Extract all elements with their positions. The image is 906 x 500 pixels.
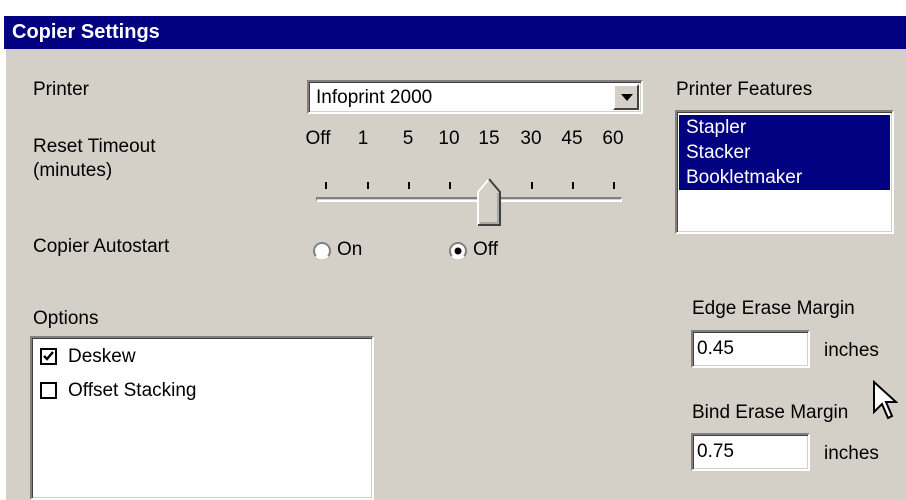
window-title: Copier Settings bbox=[4, 16, 906, 49]
edge-erase-label: Edge Erase Margin bbox=[692, 298, 855, 319]
slider-tick-label: 30 bbox=[520, 128, 542, 149]
autostart-off-radio[interactable] bbox=[449, 242, 467, 260]
options-label: Options bbox=[33, 308, 99, 329]
slider-tick-label: 60 bbox=[602, 128, 624, 149]
printer-features-label: Printer Features bbox=[676, 79, 813, 100]
printer-select[interactable]: Infoprint 2000 bbox=[307, 80, 643, 114]
bind-erase-label: Bind Erase Margin bbox=[692, 402, 849, 423]
slider-tick-label: 5 bbox=[402, 128, 414, 149]
autostart-off-label[interactable]: Off bbox=[473, 239, 498, 261]
autostart-on-radio[interactable] bbox=[313, 242, 331, 260]
offset-stacking-label: Offset Stacking bbox=[68, 380, 197, 401]
deskew-label: Deskew bbox=[68, 346, 136, 367]
slider-tick bbox=[449, 182, 451, 189]
autostart-label: Copier Autostart bbox=[33, 236, 170, 257]
slider-tick bbox=[613, 182, 615, 189]
slider-tick bbox=[572, 182, 574, 189]
bind-erase-unit: inches bbox=[824, 443, 879, 464]
feature-item-bookletmaker[interactable]: Bookletmaker bbox=[679, 165, 890, 190]
bind-erase-input[interactable]: 0.75 bbox=[691, 433, 810, 471]
options-list[interactable]: Deskew Offset Stacking bbox=[30, 336, 374, 500]
slider-tick bbox=[531, 182, 533, 189]
feature-item-stapler[interactable]: Stapler bbox=[679, 115, 890, 140]
reset-timeout-unit-label: (minutes) bbox=[33, 160, 113, 181]
reset-timeout-slider-thumb[interactable] bbox=[477, 178, 501, 226]
slider-tick-label: 45 bbox=[561, 128, 583, 149]
bind-erase-value: 0.75 bbox=[697, 441, 734, 462]
check-icon bbox=[43, 351, 54, 361]
printer-label: Printer bbox=[33, 79, 89, 100]
reset-timeout-label: Reset Timeout bbox=[33, 136, 156, 157]
edge-erase-unit: inches bbox=[824, 340, 879, 361]
feature-item-stacker[interactable]: Stacker bbox=[679, 140, 890, 165]
printer-features-list[interactable]: Stapler Stacker Bookletmaker bbox=[675, 110, 894, 234]
slider-tick-label: Off bbox=[305, 128, 331, 149]
autostart-on-label[interactable]: On bbox=[337, 239, 362, 261]
deskew-checkbox[interactable] bbox=[40, 348, 57, 365]
slider-tick bbox=[325, 182, 327, 189]
chevron-down-icon[interactable] bbox=[613, 84, 639, 110]
slider-tick bbox=[367, 182, 369, 189]
offset-stacking-checkbox[interactable] bbox=[40, 382, 57, 399]
slider-tick-label: 15 bbox=[478, 128, 500, 149]
mouse-pointer-icon bbox=[873, 380, 898, 420]
edge-erase-input[interactable]: 0.45 bbox=[691, 330, 810, 368]
slider-tick bbox=[408, 182, 410, 189]
printer-selected-value: Infoprint 2000 bbox=[316, 87, 433, 108]
slider-tick-label: 1 bbox=[357, 128, 369, 149]
edge-erase-value: 0.45 bbox=[697, 338, 734, 359]
slider-tick-label: 10 bbox=[438, 128, 460, 149]
reset-timeout-slider-track[interactable] bbox=[316, 197, 622, 202]
